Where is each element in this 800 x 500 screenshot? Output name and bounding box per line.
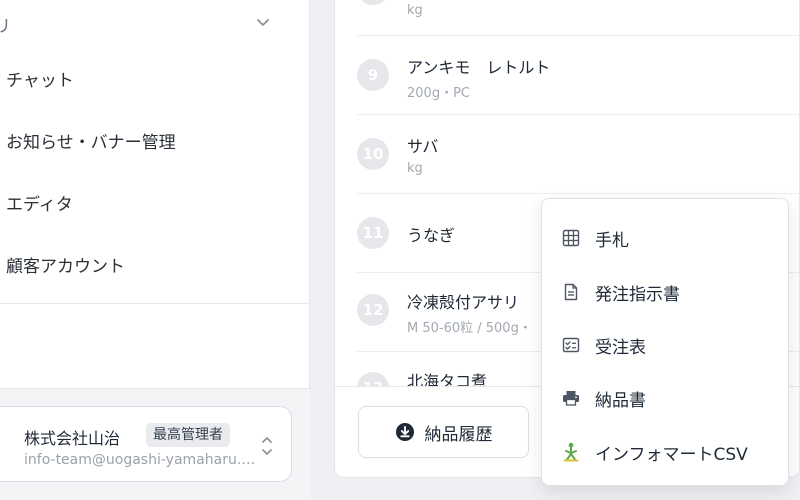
product-spec: 200g・PC [407,86,470,101]
menu-item-label: 受注表 [595,337,646,358]
row-number: 8 [357,0,389,5]
chevron-down-icon [257,19,269,26]
delivery-history-label: 納品履歴 [424,424,493,444]
chevron-up-down-icon [262,437,272,455]
product-spec: M 50-60粒 / 500g・ [407,321,532,336]
export-menu: 手札 発注指示書 受注表 納品書 インフォマートCSV [541,198,789,486]
sidebar-item-label: リ [0,16,11,37]
menu-item-label: 発注指示書 [595,284,680,305]
role-badge: 最高管理者 [146,423,230,447]
list-item[interactable]: 9 アンキモ レトルト 200g・PC [357,36,800,115]
sidebar-item-chat[interactable]: チャット [0,50,310,106]
menu-item-infomart-csv[interactable]: インフォマートCSV [542,426,790,478]
menu-item-order-receipt[interactable]: 受注表 [542,319,790,371]
sidebar-item-label: 顧客アカウント [6,256,125,277]
sidebar-item-label: お知らせ・バナー管理 [6,132,176,153]
sidebar-item-editor[interactable]: エディタ [0,174,310,230]
menu-item-label: 手札 [595,230,629,251]
list-item[interactable]: 10 サバ kg [357,115,800,194]
grid-icon [561,228,581,248]
sidebar-item-customer-accounts[interactable]: 顧客アカウント [0,236,310,292]
menu-item-hand-slip[interactable]: 手札 [542,212,790,264]
printer-icon [561,388,581,408]
document-icon [561,282,581,302]
product-name: アンキモ レトルト [407,58,551,77]
account-name: 株式会社山治 [24,429,121,448]
row-number: 12 [357,294,389,326]
account-email: info-team@uogashi-yamaharu.co.jp [24,452,257,468]
menu-item-label: インフォマートCSV [595,444,748,465]
menu-item-delivery-note[interactable]: 納品書 [542,372,790,424]
menu-item-order-instruction[interactable]: 発注指示書 [542,266,790,318]
account-switcher[interactable]: 株式会社山治 最高管理者 info-team@uogashi-yamaharu.… [0,406,292,482]
infomart-icon [561,442,581,462]
sidebar: リ チャット お知らせ・バナー管理 エディタ 顧客アカウント 株式会社山治 最高… [0,0,310,500]
sidebar-item-label: エディタ [6,194,73,215]
product-name: 北海タコ煮 [407,372,488,386]
row-number: 9 [357,59,389,91]
sidebar-item-category[interactable]: リ [0,0,310,48]
product-name: 冷凍殻付アサリ [407,293,520,312]
list-item[interactable]: 8 kg [357,0,800,36]
delivery-history-button[interactable]: 納品履歴 [358,406,529,458]
product-name: うなぎ [407,226,456,245]
checklist-icon [561,335,581,355]
row-number: 11 [357,217,389,249]
sidebar-item-label: チャット [6,70,74,91]
sidebar-item-notices-banners[interactable]: お知らせ・バナー管理 [0,112,310,168]
sidebar-divider [0,303,310,304]
product-spec: kg [407,161,423,176]
menu-item-label: 納品書 [595,390,646,411]
product-name: サバ [407,137,439,156]
download-circle-icon [395,423,414,441]
row-number: 10 [357,138,389,170]
row-number: 13 [357,372,389,386]
product-spec: kg [407,3,423,18]
